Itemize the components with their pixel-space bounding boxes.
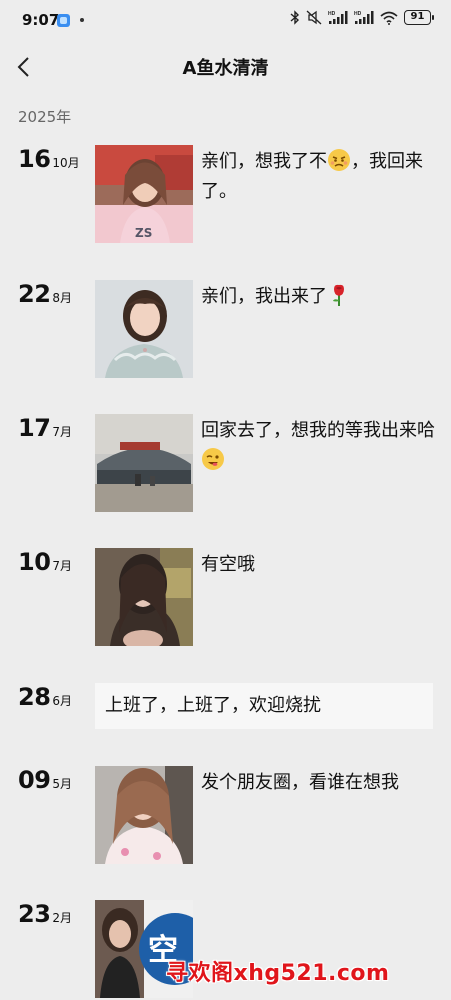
post-date: 17 7月 [18, 414, 72, 442]
post-photo[interactable] [95, 548, 193, 646]
post-month: 8月 [52, 291, 73, 305]
battery-icon: 91 [404, 10, 434, 25]
post-month: 5月 [52, 777, 73, 791]
hd-signal-icon: HD [328, 11, 348, 24]
post-date: 09 5月 [18, 766, 72, 794]
svg-text:HD: HD [328, 11, 336, 17]
post-date: 16 10月 [18, 145, 80, 173]
post-month: 7月 [52, 425, 73, 439]
post-month: 2月 [52, 911, 73, 925]
post-day: 17 [18, 414, 51, 442]
post-date: 23 2月 [18, 900, 72, 928]
post-text[interactable]: 发个朋友圈，看谁在想我 [201, 768, 435, 798]
app-notification-icon [57, 14, 70, 27]
mute-icon [306, 10, 322, 25]
post-month: 6月 [52, 694, 73, 708]
post-text[interactable]: 回家去了，想我的等我出来哈 [201, 416, 435, 476]
watermark: 寻欢阁xhg521.com [166, 961, 390, 986]
year-label: 2025年 [18, 108, 72, 126]
post-text[interactable]: 有空哦 [201, 550, 435, 580]
post-day: 22 [18, 280, 51, 308]
post-photo[interactable]: ZS [95, 145, 193, 243]
post-day: 28 [18, 683, 51, 711]
svg-text:ZS: ZS [135, 226, 152, 240]
pouting-face-emoji [328, 149, 350, 171]
post-month: 10月 [52, 156, 80, 170]
post-photo[interactable] [95, 766, 193, 864]
post-day: 16 [18, 145, 51, 173]
svg-text:HD: HD [354, 11, 362, 17]
post-date: 10 7月 [18, 548, 72, 576]
post-text-content: 回家去了，想我的等我出来哈 [201, 420, 435, 441]
post-photo[interactable] [95, 280, 193, 378]
post-day: 23 [18, 900, 51, 928]
post-date: 28 6月 [18, 683, 72, 711]
hd-signal-icon: HD [354, 11, 374, 24]
status-time: 9:07 [22, 11, 60, 29]
nav-bar: A鱼水清清 [0, 40, 451, 92]
winking-face-emoji [202, 448, 224, 470]
post-text-content: 发个朋友圈，看谁在想我 [201, 772, 399, 793]
post-text-card[interactable]: 上班了，上班了，欢迎烧扰 [95, 683, 433, 729]
status-icons: HD HD 91 [290, 10, 434, 25]
notification-dot-icon [80, 18, 84, 22]
post-text-content: 上班了，上班了，欢迎烧扰 [105, 695, 321, 716]
bluetooth-icon [290, 10, 300, 25]
post-text[interactable]: 亲们，想我了不 ，我回来了。 [201, 147, 435, 207]
post-day: 09 [18, 766, 51, 794]
post-month: 7月 [52, 559, 73, 573]
post-day: 10 [18, 548, 51, 576]
rose-emoji [333, 284, 344, 306]
post-text-content: 亲们，想我了不 [201, 151, 327, 172]
status-bar: 9:07 HD HD 91 [0, 0, 451, 40]
post-photo[interactable] [95, 414, 193, 512]
post-text[interactable]: 亲们，我出来了 [201, 282, 435, 312]
post-text-content: 有空哦 [201, 554, 255, 575]
post-date: 22 8月 [18, 280, 72, 308]
moments-page: 9:07 HD HD 91 A鱼水清清 2025年 16 10月 ZS 亲们，想… [0, 0, 451, 1000]
wifi-icon [380, 11, 398, 25]
page-title: A鱼水清清 [182, 58, 269, 79]
post-text-content: 亲们，我出来了 [201, 286, 327, 307]
